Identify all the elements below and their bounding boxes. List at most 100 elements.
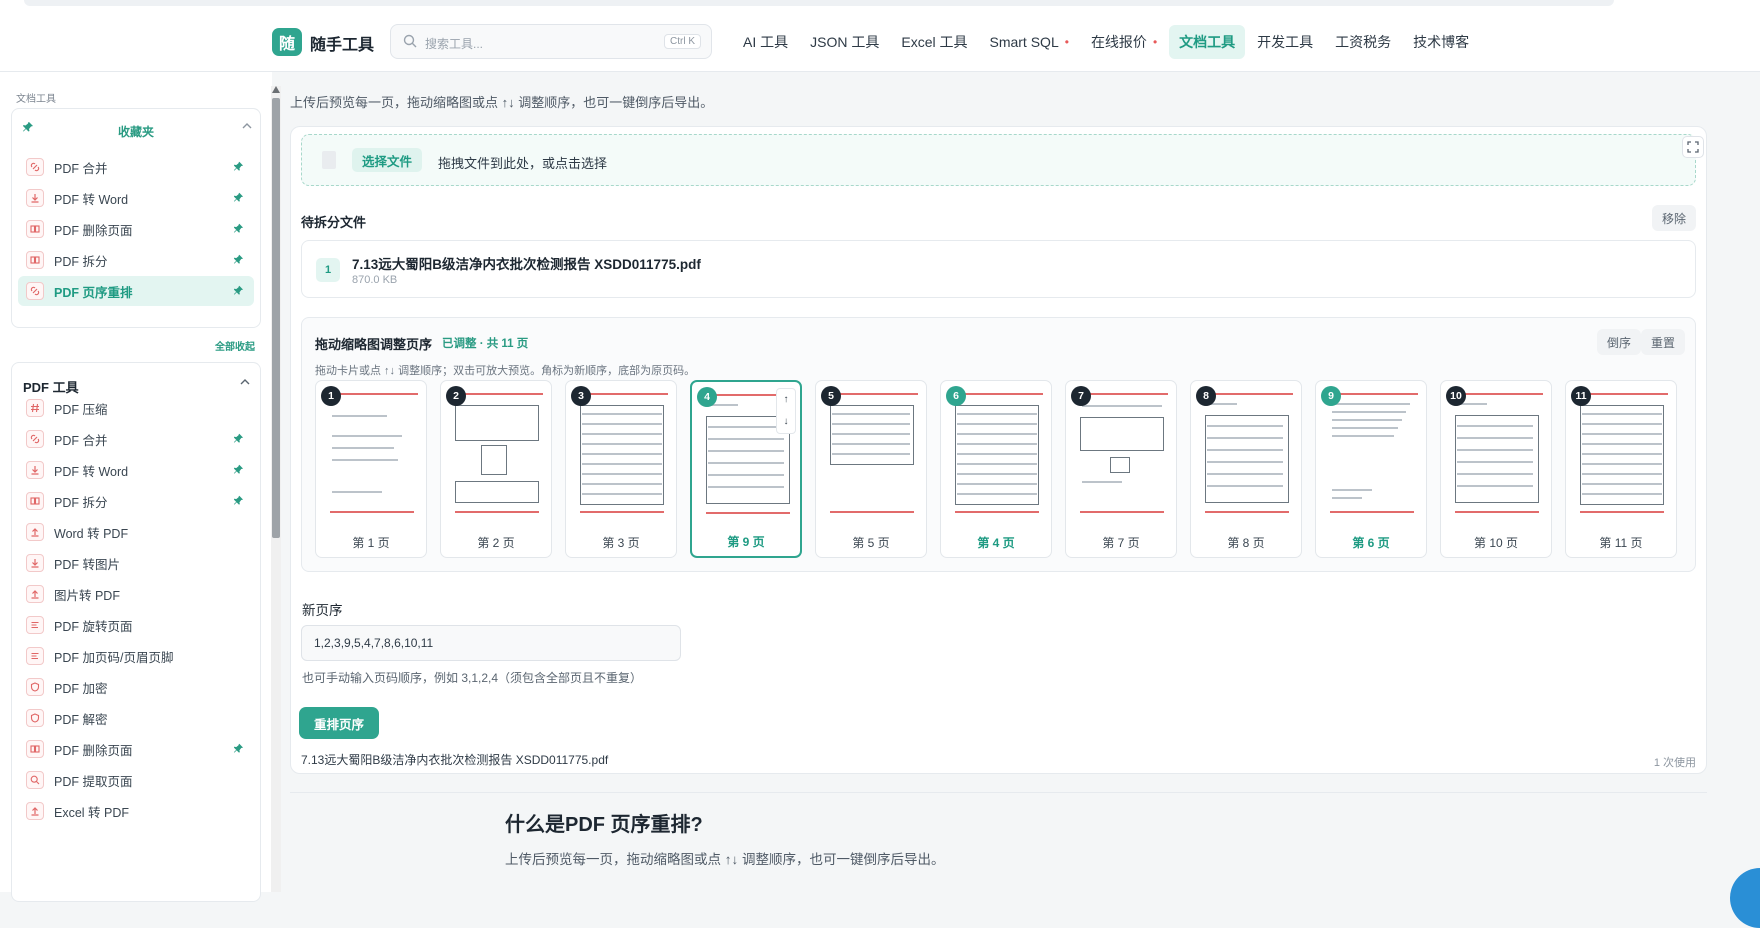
pin-icon[interactable] [233, 495, 244, 506]
nav-item[interactable]: JSON 工具 [800, 25, 889, 59]
favorite-item[interactable]: PDF 拆分 [18, 245, 254, 275]
search-input[interactable]: 搜索工具... [425, 35, 483, 52]
tool-item[interactable]: Excel 转 PDF [18, 796, 254, 826]
nav-item[interactable]: Excel 工具 [891, 25, 977, 59]
page-box [1080, 417, 1164, 451]
nav-item[interactable]: AI 工具 [733, 25, 798, 59]
tool-item[interactable]: PDF 转图片 [18, 548, 254, 578]
tool-item[interactable]: PDF 合并 [18, 424, 254, 454]
reset-button[interactable]: 重置 [1640, 329, 1685, 355]
page-line [957, 493, 1037, 495]
tool-item[interactable]: PDF 解密 [18, 703, 254, 733]
page-line [708, 462, 784, 464]
section-divider [290, 792, 1707, 793]
tool-icon [26, 802, 44, 820]
search-box[interactable]: 搜索工具... Ctrl K [390, 24, 712, 59]
pin-icon[interactable] [233, 285, 244, 296]
page-box [1205, 415, 1289, 503]
sidebar-scrollbar[interactable] [271, 86, 281, 892]
tool-item[interactable]: PDF 旋转页面 [18, 610, 254, 640]
pin-icon[interactable] [233, 433, 244, 444]
file-dropzone[interactable]: 选择文件 拖拽文件到此处，或点击选择 [301, 134, 1696, 186]
chevron-up-icon[interactable] [240, 377, 250, 387]
page-line [1582, 413, 1662, 415]
tool-item[interactable]: PDF 加页码/页眉页脚 [18, 641, 254, 671]
favorite-item[interactable]: PDF 页序重排 [18, 276, 254, 306]
pin-icon[interactable] [233, 192, 244, 203]
pin-icon[interactable] [233, 743, 244, 754]
result-file-name: 7.13远大蜀阳B级洁净内衣批次检测报告 XSDD011775.pdf [301, 753, 609, 767]
nav-item[interactable]: 开发工具 [1247, 25, 1323, 59]
page-thumbnail[interactable]: 11 第 11 页 [1565, 380, 1677, 558]
scroll-thumb[interactable] [272, 98, 280, 538]
tool-item[interactable]: 图片转 PDF [18, 579, 254, 609]
reverse-button[interactable]: 倒序 [1596, 329, 1641, 355]
page-footer-line [330, 511, 414, 513]
file-card[interactable]: 1 7.13远大蜀阳B级洁净内衣批次检测报告 XSDD011775.pdf 87… [301, 240, 1696, 298]
main-panel: 选择文件 拖拽文件到此处，或点击选择 待拆分文件 移除 1 7.13远大蜀阳B级… [290, 126, 1707, 774]
hash-icon [31, 403, 39, 413]
nav-item[interactable]: Smart SQL • [979, 25, 1078, 59]
tool-item[interactable]: Word 转 PDF [18, 517, 254, 547]
collapse-all-link[interactable]: 全部收起 [215, 338, 255, 353]
nav-item-label: 开发工具 [1257, 34, 1314, 50]
tool-icon [26, 430, 44, 448]
pin-icon[interactable] [233, 161, 244, 172]
page-thumbnail[interactable]: 3 第 3 页 [565, 380, 677, 558]
page-thumbnail[interactable]: 4 第 9 页 ↑ ↓ [690, 380, 802, 558]
favorites-header[interactable]: 收藏夹 [12, 109, 260, 145]
tool-item[interactable]: PDF 压缩 [18, 393, 254, 423]
nav-item[interactable]: 文档工具 [1169, 25, 1246, 59]
reorder-hint: 拖动卡片或点 ↑↓ 调整顺序；双击可放大预览。角标为新顺序，底部为原页码。 [315, 365, 696, 377]
page-thumbnail[interactable]: 10 第 10 页 [1440, 380, 1552, 558]
page-thumbnail[interactable]: 2 第 2 页 [440, 380, 552, 558]
page-thumbnail[interactable]: 8 第 8 页 [1190, 380, 1302, 558]
tool-item[interactable]: PDF 加密 [18, 672, 254, 702]
file-index: 1 [316, 258, 340, 282]
page-thumbnail[interactable]: 9 第 6 页 [1315, 380, 1427, 558]
pin-icon[interactable] [233, 254, 244, 265]
link-icon [30, 286, 40, 296]
reorder-pages-button[interactable]: 重排页序 [299, 707, 379, 739]
nav-item-label: Excel 工具 [901, 34, 968, 50]
scroll-up-arrow[interactable] [272, 86, 280, 93]
nav-item[interactable]: 在线报价 • [1081, 25, 1167, 59]
page-line [957, 463, 1037, 465]
tool-item-label: PDF 压缩 [54, 402, 108, 417]
page-thumbnail[interactable]: 1 第 1 页 [315, 380, 427, 558]
logo[interactable]: 随 [272, 28, 302, 56]
page-line [1582, 433, 1662, 435]
page-thumbnail[interactable]: 5 第 5 页 [815, 380, 927, 558]
original-page-label: 第 1 页 [352, 536, 390, 550]
about-title: 什么是PDF 页序重排? [505, 814, 703, 836]
move-down-button[interactable]: ↓ [777, 411, 795, 433]
page-line [582, 473, 662, 475]
new-order-input[interactable]: 1,2,3,9,5,4,7,8,6,10,11 [301, 625, 681, 661]
nav-item[interactable]: 技术博客 [1403, 25, 1479, 59]
favorite-item[interactable]: PDF 合并 [18, 152, 254, 182]
chevron-up-icon[interactable] [242, 121, 252, 131]
fullscreen-button[interactable] [1682, 136, 1704, 158]
page-thumbnail[interactable]: 6 第 4 页 [940, 380, 1052, 558]
nav-item[interactable]: 工资税务 [1325, 25, 1401, 59]
tool-item[interactable]: PDF 删除页面 [18, 734, 254, 764]
page-line [1332, 435, 1394, 437]
pin-icon[interactable] [233, 223, 244, 234]
search-shortcut: Ctrl K [664, 34, 701, 49]
tool-item[interactable]: PDF 拆分 [18, 486, 254, 516]
pin-icon[interactable] [233, 464, 244, 475]
remove-button[interactable]: 移除 [1651, 205, 1696, 231]
page-line [708, 486, 784, 488]
page-line [582, 483, 662, 485]
tool-intro: 上传后预览每一页，拖动缩略图或点 ↑↓ 调整顺序，也可一键倒序后导出。 [290, 95, 714, 110]
page-thumbnail[interactable]: 7 第 7 页 [1065, 380, 1177, 558]
move-up-button[interactable]: ↑ [777, 389, 795, 411]
floating-help-button[interactable] [1730, 868, 1760, 928]
favorite-item[interactable]: PDF 转 Word [18, 183, 254, 213]
brand-name[interactable]: 随手工具 [310, 31, 374, 55]
tool-item[interactable]: PDF 提取页面 [18, 765, 254, 795]
page-preview [1451, 393, 1543, 513]
select-file-button[interactable]: 选择文件 [352, 148, 423, 172]
favorite-item[interactable]: PDF 删除页面 [18, 214, 254, 244]
tool-item[interactable]: PDF 转 Word [18, 455, 254, 485]
